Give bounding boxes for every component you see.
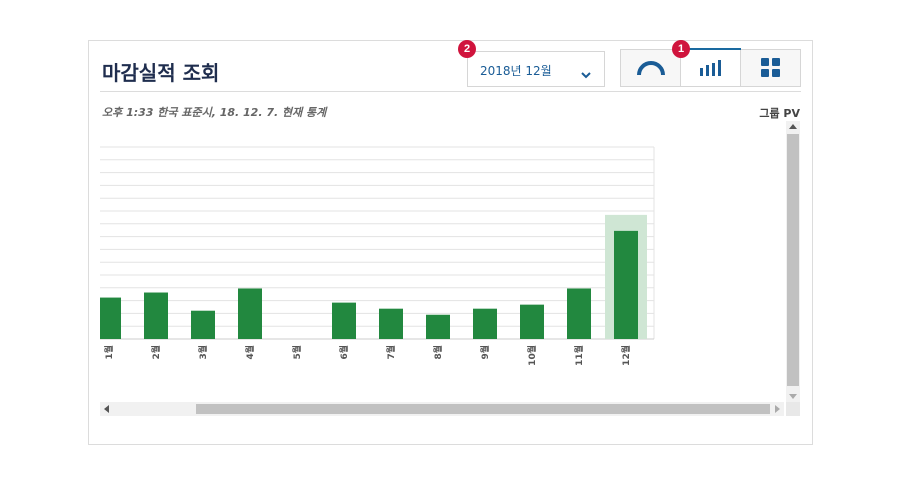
bar-6	[332, 302, 356, 339]
grid-icon	[760, 58, 780, 77]
gauge-view-button[interactable]	[621, 50, 680, 86]
bar-view-button[interactable]	[680, 48, 741, 86]
grid-view-button[interactable]	[740, 50, 800, 86]
x-tick-label: 8월	[432, 345, 444, 360]
x-tick-label: 3월	[197, 345, 209, 360]
scroll-right-arrow-icon[interactable]	[775, 405, 780, 413]
closing-performance-panel: 마감실적 조회 2018년 12월 2 1 오후 1:33 한국 표준시, 18…	[88, 40, 813, 445]
bar-10	[520, 304, 544, 339]
bar-chart-svg: 1월 2월 3월 4월 5월 6월 7월 8월 9월 10월 11월 12월	[100, 146, 655, 366]
view-toggle-group	[620, 48, 801, 87]
x-tick-label: 12월	[620, 345, 632, 366]
vertical-scroll-thumb[interactable]	[787, 134, 799, 386]
month-select[interactable]: 2018년 12월	[467, 51, 605, 87]
bar-3	[191, 310, 215, 339]
bar-9	[473, 308, 497, 339]
bar-12	[614, 230, 638, 339]
vertical-scrollbar[interactable]	[786, 121, 800, 403]
header-divider	[100, 91, 801, 92]
month-select-value: 2018년 12월	[480, 64, 552, 78]
bar-8	[426, 314, 450, 339]
x-tick-label: 7월	[385, 345, 397, 360]
scroll-down-arrow-icon[interactable]	[789, 394, 797, 399]
callout-badge-2: 2	[458, 40, 476, 58]
scroll-left-arrow-icon[interactable]	[104, 405, 109, 413]
x-tick-label: 6월	[338, 345, 350, 360]
chevron-down-icon	[580, 64, 592, 83]
scroll-up-arrow-icon[interactable]	[789, 124, 797, 129]
x-tick-label: 11월	[573, 345, 585, 366]
page-title: 마감실적 조회	[102, 61, 220, 85]
bar-4	[238, 288, 262, 339]
bar-1	[100, 297, 121, 339]
bar-7	[379, 308, 403, 339]
x-tick-label: 2월	[150, 345, 162, 360]
group-pv-label: 그룹 PV	[759, 107, 800, 120]
bar-2	[144, 292, 168, 339]
horizontal-scrollbar[interactable]	[100, 402, 784, 416]
bar-11	[567, 288, 591, 339]
bar-chart-icon	[699, 60, 721, 76]
x-tick-label: 1월	[103, 345, 115, 360]
scrollbar-corner	[786, 402, 800, 416]
callout-badge-1: 1	[672, 40, 690, 58]
horizontal-scroll-thumb[interactable]	[196, 404, 770, 414]
x-tick-label: 4월	[244, 345, 256, 360]
x-tick-label: 10월	[526, 345, 538, 366]
x-tick-label: 5월	[291, 345, 303, 360]
gauge-icon	[636, 61, 665, 76]
stats-timestamp: 오후 1:33 한국 표준시, 18. 12. 7. 현재 통계	[102, 106, 327, 119]
bar-chart: 1월 2월 3월 4월 5월 6월 7월 8월 9월 10월 11월 12월	[100, 131, 788, 413]
x-tick-label: 9월	[479, 345, 491, 360]
